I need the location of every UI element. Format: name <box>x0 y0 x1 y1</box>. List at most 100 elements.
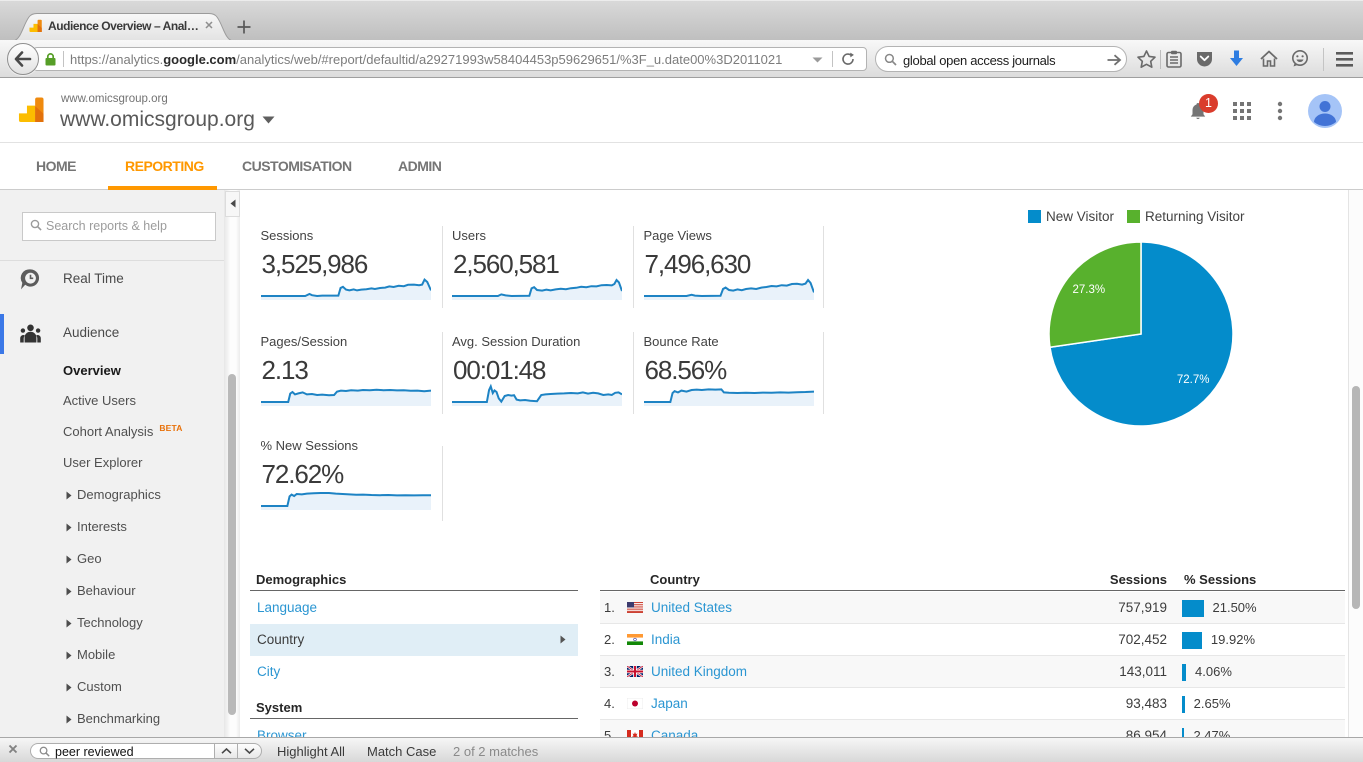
toolbar-separator <box>1323 48 1324 71</box>
sidebar-item-active-users[interactable]: Active Users <box>0 385 224 417</box>
visitor-type-pie-chart: 72.7%27.3% <box>1045 238 1237 430</box>
https-lock-icon[interactable] <box>45 53 56 66</box>
hamburger-menu-icon[interactable] <box>1336 52 1353 67</box>
sidebar-item-behaviour[interactable]: Behaviour <box>0 575 224 607</box>
bookmark-star-icon[interactable] <box>1137 50 1156 68</box>
sidebar-item-real-time[interactable]: Real Time <box>0 262 224 298</box>
sidebar-item-overview[interactable]: Overview <box>0 355 224 387</box>
sidebar-item-user-explorer[interactable]: User Explorer <box>0 447 224 479</box>
download-icon[interactable] <box>1229 50 1244 67</box>
sidebar-item-label: Cohort AnalysisBETA <box>63 423 183 439</box>
country-table-row: 2.India702,45219.92% <box>600 624 1345 656</box>
country-link[interactable]: India <box>651 632 680 647</box>
tab-home[interactable]: HOME <box>36 158 76 174</box>
sessions-column-header[interactable]: Sessions <box>1080 572 1167 587</box>
country-link[interactable]: United States <box>651 600 732 615</box>
sidebar-item-label: Custom <box>77 679 122 694</box>
sidebar-item-mobile[interactable]: Mobile <box>0 639 224 671</box>
audience-icon <box>20 324 41 343</box>
find-highlight-all-button[interactable]: Highlight All <box>277 744 345 759</box>
sparkline-chart <box>644 277 814 301</box>
home-icon[interactable] <box>1260 50 1278 67</box>
sidebar-item-geo[interactable]: Geo <box>0 543 224 575</box>
find-bar: peer reviewed Highlight All Match Case 2… <box>0 737 1363 762</box>
sidebar-item-benchmarking[interactable]: Benchmarking <box>0 703 224 735</box>
find-match-case-button[interactable]: Match Case <box>367 744 436 759</box>
sidebar-item-demographics[interactable]: Demographics <box>0 479 224 511</box>
find-magnifier-icon <box>39 746 50 757</box>
country-flag-icon-ca <box>627 730 643 737</box>
url-text[interactable]: https://analytics.google.com/analytics/w… <box>70 52 808 67</box>
country-column-header[interactable]: Country <box>650 572 700 587</box>
demographics-link-city[interactable]: City <box>250 656 578 688</box>
country-link[interactable]: Canada <box>651 728 698 737</box>
pocket-icon[interactable] <box>1196 50 1213 67</box>
metric-label: Bounce Rate <box>644 334 719 349</box>
sidebar-item-audience[interactable]: Audience <box>0 316 224 352</box>
sidebar-item-label: Audience <box>63 325 119 340</box>
find-previous-button[interactable] <box>214 743 238 759</box>
pct-sessions-column-header[interactable]: % Sessions <box>1184 572 1256 587</box>
sidebar-item-label: Real Time <box>63 271 124 286</box>
page-scrollbar-thumb[interactable] <box>1352 386 1360 609</box>
sidebar-collapse-arrow-icon <box>230 199 236 208</box>
sidebar-item-interests[interactable]: Interests <box>0 511 224 543</box>
submenu-arrow-icon <box>560 635 566 644</box>
sidebar-scrollbar-thumb[interactable] <box>228 374 236 715</box>
search-input-value[interactable]: global open access journals <box>903 53 1055 68</box>
account-name-small: www.omicsgroup.org <box>61 93 168 105</box>
reload-icon[interactable] <box>841 52 855 66</box>
sidebar-item-custom[interactable]: Custom <box>0 671 224 703</box>
pct-sessions-value: 2.65% <box>1194 696 1231 711</box>
chat-smiley-icon[interactable] <box>1291 50 1309 67</box>
tab-admin[interactable]: ADMIN <box>398 158 441 174</box>
country-table-row: 3.United Kingdom143,0114.06% <box>600 656 1345 688</box>
metric-divider <box>442 332 443 414</box>
sidebar-item-label: User Explorer <box>63 455 142 470</box>
country-link[interactable]: Japan <box>651 696 688 711</box>
tab-customisation[interactable]: CUSTOMISATION <box>242 158 352 174</box>
demographics-link-country[interactable]: Country <box>250 624 578 656</box>
country-link[interactable]: United Kingdom <box>651 664 747 679</box>
panel-rule <box>250 718 578 719</box>
search-go-icon[interactable] <box>1107 54 1122 66</box>
active-item-indicator <box>0 314 4 354</box>
expand-arrow-icon <box>66 555 72 564</box>
property-caret-icon[interactable] <box>262 116 275 124</box>
system-link-browser[interactable]: Browser <box>250 720 578 737</box>
demographics-link-language[interactable]: Language <box>250 592 578 624</box>
sidebar-item-label: Interests <box>77 519 127 534</box>
search-magnifier-icon[interactable] <box>884 53 897 66</box>
pct-sessions-value: 21.50% <box>1213 600 1257 615</box>
find-next-button[interactable] <box>237 743 262 759</box>
sidebar-item-technology[interactable]: Technology <box>0 607 224 639</box>
notification-badge[interactable]: 1 <box>1199 94 1218 113</box>
bookmarks-list-icon[interactable] <box>1166 50 1182 68</box>
expand-arrow-icon <box>66 683 72 692</box>
browser-tab-bar: Audience Overview – Anal… ✕ <box>0 0 1363 40</box>
find-query[interactable]: peer reviewed <box>55 745 134 759</box>
metric-divider <box>823 226 824 308</box>
row-rank: 2. <box>604 632 615 647</box>
user-avatar[interactable] <box>1308 94 1342 128</box>
metric-value: 3,525,986 <box>262 249 368 280</box>
url-dropdown-icon[interactable] <box>812 57 823 63</box>
link-label: Browser <box>257 728 307 737</box>
system-panel-title: System <box>256 700 302 715</box>
find-close-icon[interactable] <box>8 744 18 754</box>
link-label: Country <box>257 632 304 647</box>
google-apps-grid-icon[interactable] <box>1233 102 1251 120</box>
tab-close-icon[interactable]: ✕ <box>203 20 215 32</box>
sparkline-chart <box>261 383 431 407</box>
pct-sessions-bar <box>1182 728 1184 737</box>
tab-reporting[interactable]: REPORTING <box>125 158 204 174</box>
more-options-kebab-icon[interactable] <box>1277 101 1283 121</box>
property-selector[interactable]: www.omicsgroup.org <box>60 108 255 132</box>
metric-label: Sessions <box>261 228 314 243</box>
country-table-row: 1.United States757,91921.50% <box>600 592 1345 624</box>
sidebar-item-cohort-analysis[interactable]: Cohort AnalysisBETA <box>0 415 224 447</box>
pct-sessions-value: 2.47% <box>1193 728 1230 737</box>
sessions-value: 93,483 <box>1020 696 1167 711</box>
new-tab-button[interactable] <box>237 20 251 34</box>
sessions-value: 757,919 <box>1020 600 1167 615</box>
